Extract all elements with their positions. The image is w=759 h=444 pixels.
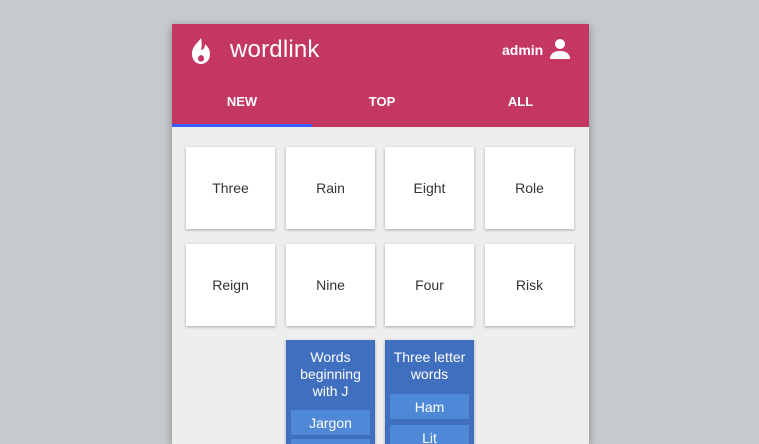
word-card[interactable]: Rain — [286, 147, 375, 229]
word-card[interactable]: Role — [485, 147, 574, 229]
account-icon[interactable] — [548, 37, 572, 61]
tab-top[interactable]: TOP — [312, 86, 452, 127]
word-card[interactable]: Three — [186, 147, 275, 229]
tab-all[interactable]: ALL — [452, 86, 589, 127]
category-word[interactable]: Ham — [390, 394, 469, 419]
category-word[interactable]: Jargon — [291, 410, 370, 435]
tab-new[interactable]: NEW — [172, 86, 312, 127]
category-word[interactable] — [291, 439, 370, 444]
category-card: Three letter words Ham Lit — [385, 340, 474, 444]
category-card: Words beginning with J Jargon — [286, 340, 375, 444]
category-title: Three letter words — [393, 349, 466, 382]
word-card[interactable]: Four — [385, 244, 474, 326]
app-window: wordlink admin NEW TOP ALL Three Rain Ei… — [172, 24, 589, 444]
flame-icon — [192, 38, 210, 64]
category-title: Words beginning with J — [300, 349, 361, 399]
username-label[interactable]: admin — [502, 42, 543, 58]
word-card[interactable]: Nine — [286, 244, 375, 326]
tab-bar: NEW TOP ALL — [172, 86, 589, 127]
active-tab-indicator — [172, 124, 312, 127]
word-card[interactable]: Reign — [186, 244, 275, 326]
category-word[interactable]: Lit — [390, 425, 469, 444]
word-card[interactable]: Eight — [385, 147, 474, 229]
app-title: wordlink — [230, 36, 320, 63]
app-bar: wordlink admin NEW TOP ALL — [172, 24, 589, 127]
word-card[interactable]: Risk — [485, 244, 574, 326]
